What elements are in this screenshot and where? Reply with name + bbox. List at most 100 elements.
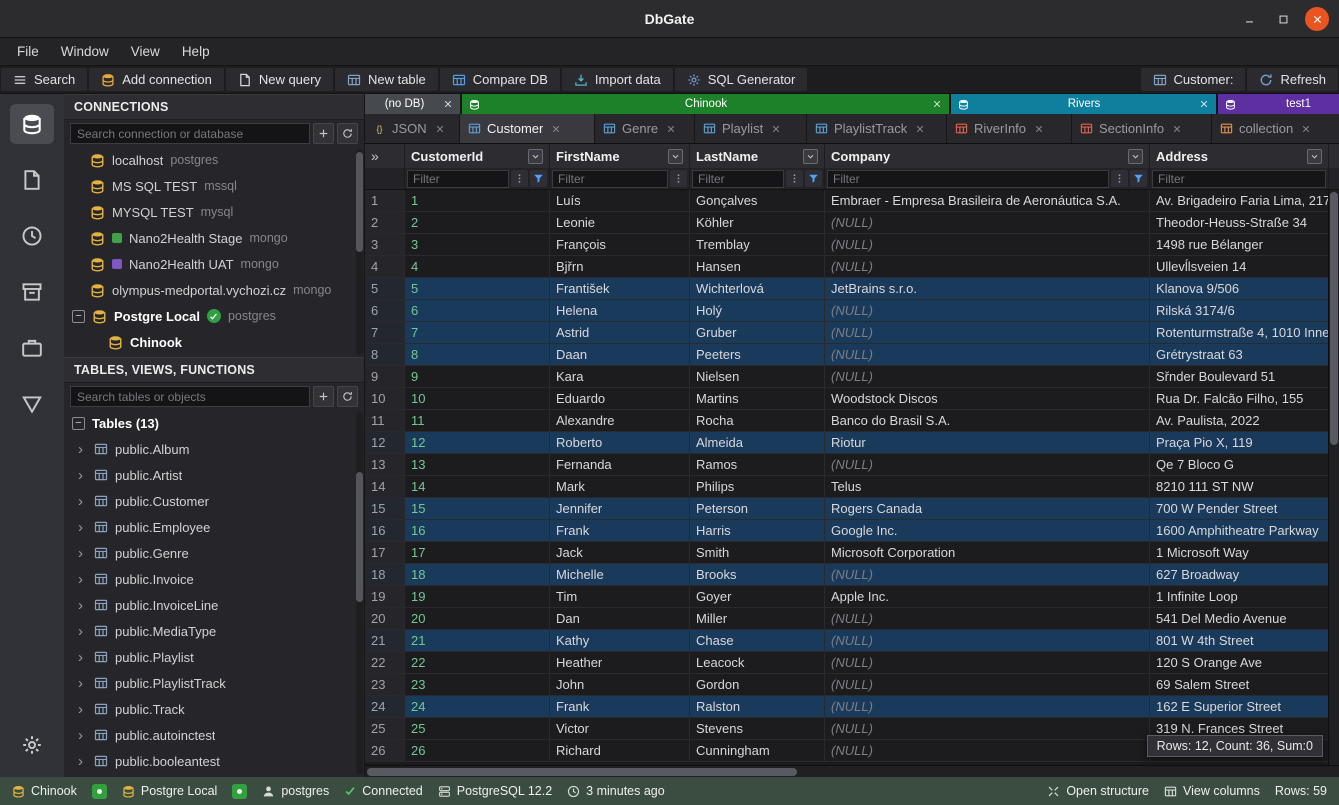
- table-row[interactable]: 88DaanPeeters(NULL)Grétrystraat 63: [365, 344, 1339, 366]
- table-item-public-genre[interactable]: ›public.Genre: [64, 540, 364, 566]
- cell-company[interactable]: Embraer - Empresa Brasileira de Aeronáut…: [825, 190, 1150, 211]
- refresh-connections-icon[interactable]: [337, 123, 358, 144]
- table-row[interactable]: 55FrantišekWichterlováJetBrains s.r.o.Kl…: [365, 278, 1339, 300]
- cell-firstname[interactable]: Bjřrn: [550, 256, 690, 277]
- row-number[interactable]: 20: [365, 608, 405, 629]
- cell-firstname[interactable]: Fernanda: [550, 454, 690, 475]
- cell-lastname[interactable]: Brooks: [690, 564, 825, 585]
- plugins-widget[interactable]: [10, 328, 54, 368]
- cell-address[interactable]: 162 E Superior Street: [1150, 696, 1329, 717]
- close-icon[interactable]: [1199, 99, 1209, 109]
- cell-firstname[interactable]: Dan: [550, 608, 690, 629]
- cell-firstname[interactable]: Michelle: [550, 564, 690, 585]
- cell-lastname[interactable]: Rocha: [690, 410, 825, 431]
- cell-lastname[interactable]: Cunningham: [690, 740, 825, 761]
- cell-address[interactable]: 541 Del Medio Avenue: [1150, 608, 1329, 629]
- cell-company[interactable]: (NULL): [825, 674, 1150, 695]
- cell-firstname[interactable]: François: [550, 234, 690, 255]
- cell-lastname[interactable]: Philips: [690, 476, 825, 497]
- table-row[interactable]: 2323JohnGordon(NULL)69 Salem Street: [365, 674, 1339, 696]
- cell-lastname[interactable]: Chase: [690, 630, 825, 651]
- add-table-icon[interactable]: [313, 386, 334, 407]
- cell-customerid[interactable]: 23: [405, 674, 550, 695]
- row-number[interactable]: 7: [365, 322, 405, 343]
- app-objects-widget[interactable]: [10, 384, 54, 424]
- cell-company[interactable]: (NULL): [825, 234, 1150, 255]
- cell-lastname[interactable]: Miller: [690, 608, 825, 629]
- cell-lastname[interactable]: Wichterlová: [690, 278, 825, 299]
- history-widget[interactable]: [10, 216, 54, 256]
- tab-group-test1[interactable]: test1: [1218, 94, 1339, 114]
- row-number[interactable]: 15: [365, 498, 405, 519]
- column-header-lastname[interactable]: LastName: [690, 144, 825, 168]
- close-icon[interactable]: [771, 124, 781, 134]
- row-number[interactable]: 9: [365, 366, 405, 387]
- cell-lastname[interactable]: Tremblay: [690, 234, 825, 255]
- tab-customer[interactable]: Customer: [460, 114, 595, 143]
- row-number[interactable]: 26: [365, 740, 405, 761]
- cell-company[interactable]: (NULL): [825, 454, 1150, 475]
- cell-lastname[interactable]: Smith: [690, 542, 825, 563]
- table-item-public-artist[interactable]: ›public.Artist: [64, 462, 364, 488]
- filter-menu-icon[interactable]: [786, 170, 803, 187]
- tables-group[interactable]: −Tables (13): [64, 410, 364, 436]
- filter-menu-icon[interactable]: [511, 170, 528, 187]
- cell-company[interactable]: (NULL): [825, 696, 1150, 717]
- filter-input-lastname[interactable]: [692, 170, 784, 188]
- column-menu-icon[interactable]: [528, 149, 543, 164]
- cell-customerid[interactable]: 8: [405, 344, 550, 365]
- cell-lastname[interactable]: Nielsen: [690, 366, 825, 387]
- table-row[interactable]: 1515JenniferPetersonRogers Canada700 W P…: [365, 498, 1339, 520]
- row-number[interactable]: 16: [365, 520, 405, 541]
- cell-company[interactable]: Rogers Canada: [825, 498, 1150, 519]
- table-row[interactable]: 1818MichelleBrooks(NULL)627 Broadway: [365, 564, 1339, 586]
- row-number[interactable]: 5: [365, 278, 405, 299]
- view-columns-button[interactable]: View columns: [1164, 784, 1260, 798]
- table-item-public-playlist[interactable]: ›public.Playlist: [64, 644, 364, 670]
- cell-customerid[interactable]: 17: [405, 542, 550, 563]
- close-icon[interactable]: [1301, 124, 1311, 134]
- cell-firstname[interactable]: Luís: [550, 190, 690, 211]
- column-menu-icon[interactable]: [1307, 149, 1322, 164]
- grid-corner-cell[interactable]: »: [365, 144, 405, 168]
- collapse-icon[interactable]: −: [72, 310, 85, 323]
- cell-company[interactable]: Google Inc.: [825, 520, 1150, 541]
- row-number[interactable]: 13: [365, 454, 405, 475]
- cell-address[interactable]: 1498 rue Bélanger: [1150, 234, 1329, 255]
- row-number[interactable]: 6: [365, 300, 405, 321]
- table-row[interactable]: 2121KathyChase(NULL)801 W 4th Street: [365, 630, 1339, 652]
- table-row[interactable]: 44BjřrnHansen(NULL)Ullevĺlsveien 14: [365, 256, 1339, 278]
- cell-customerid[interactable]: 7: [405, 322, 550, 343]
- cell-customerid[interactable]: 2: [405, 212, 550, 233]
- close-icon[interactable]: [915, 124, 925, 134]
- cell-company[interactable]: (NULL): [825, 740, 1150, 761]
- expand-icon[interactable]: ›: [78, 467, 87, 484]
- row-number[interactable]: 12: [365, 432, 405, 453]
- tab-sectioninfo[interactable]: SectionInfo: [1072, 114, 1212, 143]
- tab-group-chinook[interactable]: Chinook: [462, 94, 949, 114]
- column-header-customerid[interactable]: CustomerId: [405, 144, 550, 168]
- row-number[interactable]: 25: [365, 718, 405, 739]
- current-table-button[interactable]: Customer:: [1141, 68, 1246, 91]
- table-item-public-playlisttrack[interactable]: ›public.PlaylistTrack: [64, 670, 364, 696]
- tab-group-rivers[interactable]: Rivers: [951, 94, 1216, 114]
- cell-firstname[interactable]: Frank: [550, 696, 690, 717]
- cell-firstname[interactable]: Mark: [550, 476, 690, 497]
- cell-firstname[interactable]: Victor: [550, 718, 690, 739]
- table-row[interactable]: 1111AlexandreRochaBanco do Brasil S.A.Av…: [365, 410, 1339, 432]
- cell-lastname[interactable]: Ralston: [690, 696, 825, 717]
- row-number[interactable]: 18: [365, 564, 405, 585]
- column-header-firstname[interactable]: FirstName: [550, 144, 690, 168]
- cell-lastname[interactable]: Peterson: [690, 498, 825, 519]
- table-item-public-booleantest[interactable]: ›public.booleantest: [64, 748, 364, 774]
- cell-address[interactable]: 1600 Amphitheatre Parkway: [1150, 520, 1329, 541]
- cell-company[interactable]: JetBrains s.r.o.: [825, 278, 1150, 299]
- table-item-public-mediatype[interactable]: ›public.MediaType: [64, 618, 364, 644]
- cell-firstname[interactable]: Tim: [550, 586, 690, 607]
- cell-address[interactable]: Theodor-Heuss-Straße 34: [1150, 212, 1329, 233]
- row-number[interactable]: 23: [365, 674, 405, 695]
- cell-firstname[interactable]: Frank: [550, 520, 690, 541]
- cell-customerid[interactable]: 16: [405, 520, 550, 541]
- cell-firstname[interactable]: Eduardo: [550, 388, 690, 409]
- table-row[interactable]: 2222HeatherLeacock(NULL)120 S Orange Ave: [365, 652, 1339, 674]
